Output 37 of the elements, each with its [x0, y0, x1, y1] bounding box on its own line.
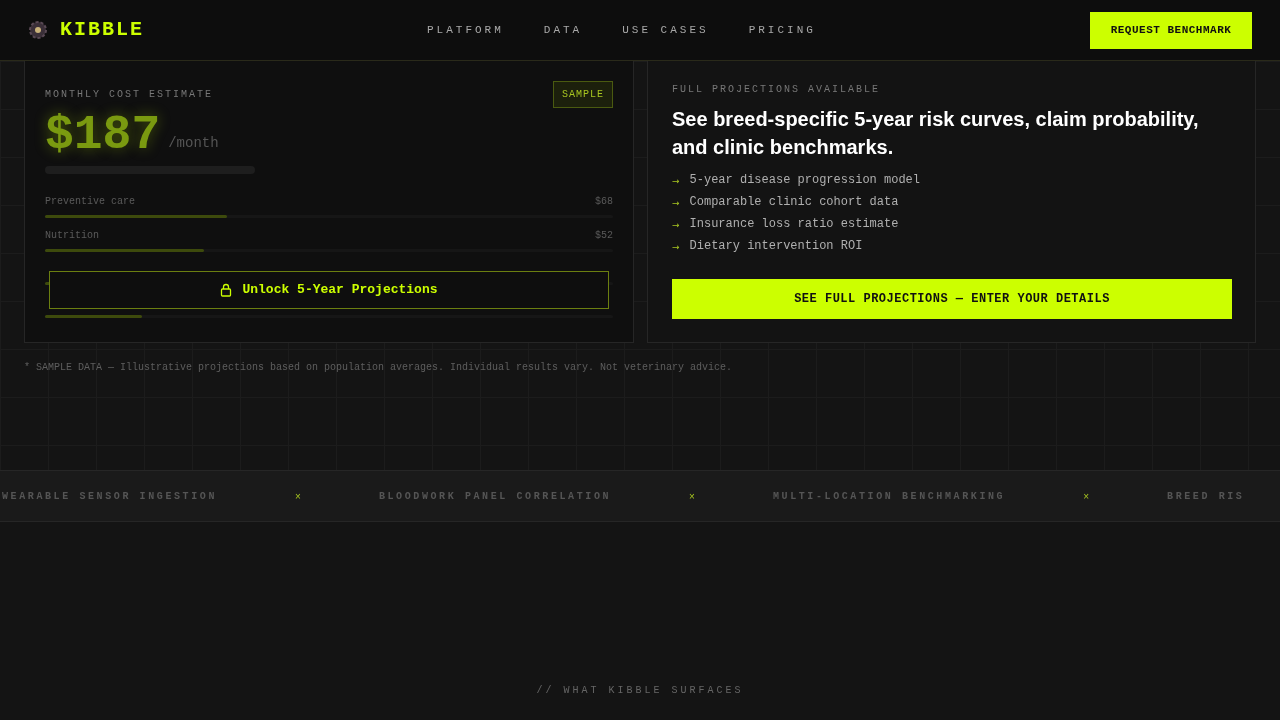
unlock-button[interactable]: Unlock 5-Year Projections — [49, 271, 609, 309]
arrow-bullet: → — [672, 219, 680, 233]
arrow-bullet: → — [672, 175, 680, 189]
feature-item: 5-year disease progression model — [689, 172, 920, 189]
nav-link[interactable]: USE CASES — [622, 22, 709, 39]
ticker-item: WEARABLE SENSOR INGESTION — [2, 489, 218, 504]
ticker-item: MULTI-LOCATION BENCHMARKING — [772, 489, 1006, 504]
arrow-bullet: → — [672, 197, 680, 211]
price: $187 — [45, 110, 161, 160]
ticker-item: BREED RIS — [1167, 489, 1245, 504]
nav-link[interactable]: DATA — [543, 22, 583, 39]
feature-item: Comparable clinic cohort data — [689, 194, 899, 211]
ticker-separator: × — [295, 489, 301, 504]
nav-link[interactable]: PRICING — [748, 22, 816, 39]
see-projections-button[interactable]: SEE FULL PROJECTIONS — ENTER YOUR DETAILS — [672, 279, 1232, 319]
request-benchmark-button[interactable]: REQUEST BENCHMARK — [1090, 11, 1252, 49]
ticker-separator: × — [1083, 489, 1090, 504]
cost-amount: $68 — [595, 195, 613, 209]
brand-name[interactable]: KIBBLE — [60, 15, 144, 45]
cost-label: Nutrition — [45, 229, 99, 243]
ticker-item: BLOODWORK PANEL CORRELATION — [378, 489, 612, 504]
lock-icon — [220, 283, 233, 297]
projections-heading: See breed-specific 5-year risk curves, claim probability, and clinic benchmarks. — [672, 107, 1200, 160]
feature-item: Dietary intervention ROI — [689, 238, 863, 255]
gear-logo-icon — [28, 20, 48, 40]
ticker-separator: × — [689, 489, 695, 504]
nav-link[interactable]: PLATFORM — [427, 22, 504, 39]
price-unit: /month — [168, 134, 219, 153]
cost-amount: $52 — [595, 229, 613, 243]
card-eyebrow: FULL PROJECTIONS AVAILABLE — [672, 83, 882, 97]
card-label: MONTHLY COST ESTIMATE — [45, 88, 214, 102]
section-label: // WHAT KIBBLE SURFACES — [535, 684, 745, 698]
arrow-bullet: → — [672, 241, 680, 255]
cost-label: Preventive care — [45, 195, 135, 209]
footnote: * SAMPLE DATA — Illustrative projections based on population averages. Individual results vary. Not veterinary advice. — [23, 361, 734, 375]
feature-item: Insurance loss ratio estimate — [689, 216, 899, 233]
sample-badge: SAMPLE — [553, 81, 613, 108]
